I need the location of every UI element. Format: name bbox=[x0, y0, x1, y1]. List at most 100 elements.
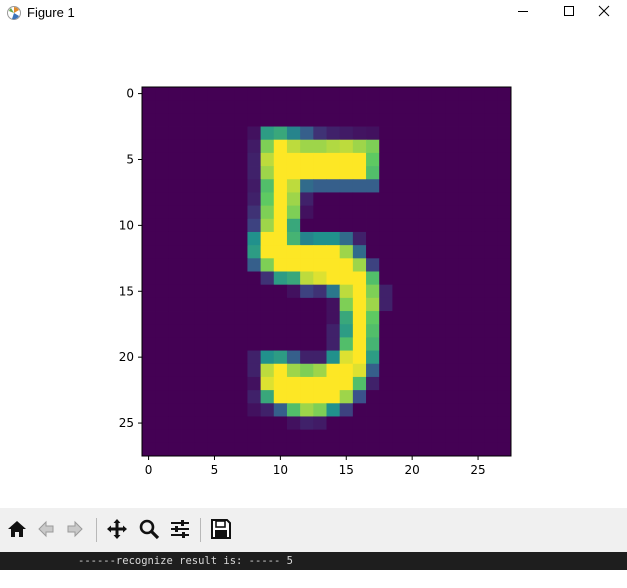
pixel-cell bbox=[313, 297, 327, 312]
pixel-cell bbox=[300, 429, 314, 444]
pixel-cell bbox=[431, 258, 446, 272]
pixel-cell bbox=[155, 139, 169, 154]
pixel-cell bbox=[458, 245, 472, 259]
pixel-cell bbox=[194, 205, 209, 220]
home-button[interactable] bbox=[2, 516, 32, 546]
pixel-cell bbox=[366, 152, 380, 167]
pixel-cell bbox=[445, 363, 459, 378]
pixel-cell bbox=[300, 337, 314, 351]
pixel-cell bbox=[168, 284, 182, 299]
figure-canvas[interactable]: 0 5 10 15 20 25 0 5 10 15 20 25 bbox=[0, 26, 627, 508]
back-button[interactable] bbox=[31, 516, 61, 546]
pixel-cell bbox=[379, 166, 393, 180]
pixel-cell bbox=[247, 179, 262, 193]
pixel-cell bbox=[326, 442, 341, 457]
pixel-cell bbox=[458, 297, 472, 312]
pixel-cell bbox=[445, 126, 459, 141]
pixel-cell bbox=[273, 126, 288, 141]
pixel-cell bbox=[247, 337, 262, 351]
pan-icon bbox=[106, 518, 128, 545]
pixel-cell bbox=[300, 113, 314, 127]
save-button[interactable] bbox=[206, 516, 236, 546]
close-button[interactable] bbox=[581, 0, 627, 26]
pixel-cell bbox=[352, 205, 367, 220]
pixel-cell bbox=[300, 179, 314, 193]
pixel-cell bbox=[181, 205, 196, 220]
pixel-cell bbox=[155, 218, 169, 233]
pixel-cell bbox=[458, 376, 472, 391]
pixel-cell bbox=[313, 311, 327, 325]
pixel-cell bbox=[313, 139, 327, 154]
pixel-cell bbox=[484, 87, 499, 101]
pixel-cell bbox=[300, 218, 314, 233]
pan-button[interactable] bbox=[102, 516, 132, 546]
pixel-cell bbox=[142, 258, 156, 272]
pixel-cell bbox=[405, 363, 420, 378]
pixel-cell bbox=[497, 258, 512, 272]
pixel-cell bbox=[247, 113, 262, 127]
pixel-cell bbox=[313, 337, 327, 351]
pixel-cell bbox=[431, 152, 446, 167]
pixel-cell bbox=[497, 87, 512, 101]
pixel-cell bbox=[155, 205, 169, 220]
pixel-cell bbox=[366, 337, 380, 351]
pixel-cell bbox=[379, 245, 393, 259]
pixel-cell bbox=[431, 376, 446, 391]
pixel-cell bbox=[313, 416, 327, 431]
pixel-cell bbox=[352, 429, 367, 444]
pixel-cell bbox=[273, 152, 288, 167]
pixel-cell bbox=[168, 337, 182, 351]
pixel-cell bbox=[168, 192, 182, 207]
pixel-cell bbox=[207, 245, 222, 259]
pixel-cell bbox=[221, 139, 235, 154]
pixel-cell bbox=[273, 311, 288, 325]
pixel-cell bbox=[168, 416, 182, 431]
pixel-cell bbox=[366, 179, 380, 193]
pixel-cell bbox=[168, 390, 182, 404]
pixel-cell bbox=[168, 139, 182, 154]
pixel-cell bbox=[181, 218, 196, 233]
pixel-cell bbox=[339, 113, 354, 127]
pixel-cell bbox=[458, 87, 472, 101]
pixel-cell bbox=[431, 231, 446, 246]
pixel-cell bbox=[207, 390, 222, 404]
pixel-cell bbox=[155, 350, 169, 365]
pixel-cell bbox=[339, 205, 354, 220]
pixel-cell bbox=[273, 376, 288, 391]
pixel-cell bbox=[392, 245, 406, 259]
pixel-cell bbox=[313, 271, 327, 286]
pixel-cell bbox=[418, 152, 433, 167]
pixel-cell bbox=[326, 337, 341, 351]
pixel-cell bbox=[286, 245, 301, 259]
pixel-cell bbox=[392, 179, 406, 193]
pixel-cell bbox=[352, 403, 367, 417]
pixel-cell bbox=[155, 390, 169, 404]
pixel-cell bbox=[286, 231, 301, 246]
pixel-cell bbox=[366, 363, 380, 378]
pixel-cell bbox=[234, 166, 248, 180]
forward-button[interactable] bbox=[60, 516, 90, 546]
pixel-cell bbox=[458, 442, 472, 457]
pixel-cell bbox=[471, 245, 486, 259]
zoom-button[interactable] bbox=[134, 516, 164, 546]
pixel-cell bbox=[497, 152, 512, 167]
pixel-cell bbox=[431, 245, 446, 259]
pixel-cell bbox=[484, 429, 499, 444]
pixel-cell bbox=[207, 258, 222, 272]
pixel-cell bbox=[313, 403, 327, 417]
pixel-cell bbox=[234, 376, 248, 391]
configure-subplots-button[interactable] bbox=[165, 516, 195, 546]
pixel-cell bbox=[405, 258, 420, 272]
x-axis: 0 5 10 15 20 25 bbox=[145, 456, 486, 477]
minimize-button[interactable] bbox=[500, 0, 546, 26]
pixel-cell bbox=[300, 152, 314, 167]
window-title: Figure 1 bbox=[27, 5, 75, 20]
pixel-cell bbox=[181, 416, 196, 431]
pixel-cell bbox=[260, 337, 275, 351]
pixel-cell bbox=[260, 126, 275, 141]
pixel-cell bbox=[142, 442, 156, 457]
pixel-cell bbox=[313, 324, 327, 338]
pixel-cell bbox=[247, 390, 262, 404]
pixel-cell bbox=[445, 324, 459, 338]
pixel-cell bbox=[260, 390, 275, 404]
